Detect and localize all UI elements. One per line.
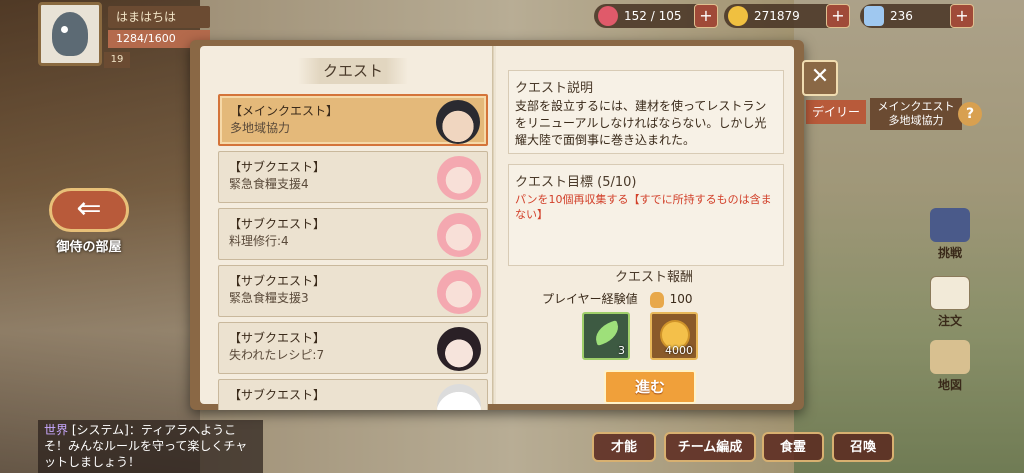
chat-channel: 世界	[44, 423, 69, 437]
xp-value: 100	[669, 292, 693, 306]
food-soul-button[interactable]: 食霊	[762, 432, 824, 462]
character-portrait-icon	[437, 156, 481, 200]
quest-list-page: クエスト 【メインクエスト】 多地域協力 【サブクエスト】 緊急食糧支援4 【サ…	[200, 46, 494, 410]
challenge-button[interactable]: 挑戦	[920, 208, 980, 261]
room-label: 御侍の部屋	[56, 240, 122, 255]
coin-counter: 271879 +	[724, 4, 850, 28]
order-label: 注文	[937, 314, 962, 328]
chat-message: [システム]：ティアラへようこそ！みんなルールを守って楽しくチャットしましょう！	[44, 423, 248, 469]
quest-book: クエスト 【メインクエスト】 多地域協力 【サブクエスト】 緊急食糧支援4 【サ…	[190, 40, 804, 410]
quest-description-panel: クエスト説明 支部を設立するには、建材を使ってレストランをリニューアルしなければ…	[508, 70, 784, 154]
talent-button[interactable]: 才能	[592, 432, 656, 462]
stamina-value: 152 / 105	[624, 9, 682, 23]
go-button[interactable]: 進む	[604, 370, 696, 404]
reward-title: クエスト報酬	[614, 270, 693, 285]
quest-name: 多地域協力	[230, 121, 291, 135]
map-icon	[930, 340, 970, 374]
clipboard-icon	[930, 276, 970, 310]
quest-item[interactable]: 【サブクエスト】 緊急食糧支援4	[218, 151, 488, 203]
reward-count: 4000	[665, 344, 693, 357]
quest-type: 【サブクエスト】	[229, 217, 326, 231]
daily-tag[interactable]: デイリー	[806, 100, 866, 124]
description-title: クエスト説明	[515, 81, 594, 96]
quest-name: 料理修行:4	[229, 234, 289, 248]
description-text: 支部を設立するには、建材を使ってレストランをリニューアルしなければならない。しか…	[515, 99, 767, 147]
player-card[interactable]: はまはちは 1284/1600 19	[38, 2, 214, 68]
main-tag-line1: メインクエスト	[877, 100, 955, 113]
quest-item-main[interactable]: 【メインクエスト】 多地域協力	[218, 94, 488, 146]
quest-item[interactable]: 【サブクエスト】 緊急食糧支援3	[218, 265, 488, 317]
team-button[interactable]: チーム編成	[664, 432, 756, 462]
quest-detail-page: クエスト説明 支部を設立するには、建材を使ってレストランをリニューアルしなければ…	[496, 46, 794, 404]
player-level: 19	[104, 52, 130, 68]
coin-icon	[728, 6, 748, 26]
goal-title: クエスト目標 (5/10)	[515, 175, 637, 190]
chat-box[interactable]: 世界 [システム]：ティアラへようこそ！みんなルールを守って楽しくチャットしまし…	[38, 420, 263, 473]
close-button[interactable]: ✕	[802, 60, 838, 96]
add-gem-button[interactable]: +	[950, 4, 974, 28]
reward-item-leaf[interactable]: 3	[582, 312, 630, 360]
gem-counter: 236 +	[860, 4, 974, 28]
quest-item[interactable]: 【サブクエスト】 料理修行:4	[218, 208, 488, 260]
add-coin-button[interactable]: +	[826, 4, 850, 28]
xp-reward: プレイヤー経験値 100	[542, 290, 693, 308]
quest-type: 【サブクエスト】	[229, 274, 326, 288]
sword-icon	[930, 208, 970, 242]
back-arrow-icon: ⇐	[49, 188, 129, 232]
quest-title: クエスト	[298, 58, 408, 84]
challenge-label: 挑戦	[937, 246, 962, 260]
reward-count: 3	[618, 344, 625, 357]
avatar[interactable]	[38, 2, 102, 66]
quest-type: 【サブクエスト】	[229, 331, 326, 345]
quest-name: 緊急食糧支援3	[229, 291, 309, 305]
add-stamina-button[interactable]: +	[694, 4, 718, 28]
fish-icon	[52, 12, 88, 56]
coin-value: 271879	[754, 9, 800, 23]
main-quest-tag[interactable]: メインクエスト 多地域協力	[870, 98, 962, 130]
character-portrait-icon	[437, 384, 481, 410]
player-name: はまはちは	[108, 6, 210, 28]
map-button[interactable]: 地図	[920, 340, 980, 393]
heart-icon	[598, 6, 618, 26]
map-label: 地図	[937, 378, 962, 392]
quest-name: 緊急食糧支援4	[229, 177, 309, 191]
character-portrait-icon	[437, 270, 481, 314]
character-portrait-icon	[437, 213, 481, 257]
order-button[interactable]: 注文	[920, 276, 980, 329]
main-tag-line2: 多地域協力	[888, 114, 944, 127]
quest-goal-panel: クエスト目標 (5/10) パンを10個再収集する【すでに所持するものは含まない…	[508, 164, 784, 266]
room-nav-button[interactable]: ⇐ 御侍の部屋	[42, 188, 136, 258]
xp-label: プレイヤー経験値	[542, 292, 638, 306]
xp-icon	[649, 291, 664, 308]
leaf-icon	[591, 320, 623, 346]
goal-text: パンを10個再収集する【すでに所持するものは含まない】	[515, 193, 772, 221]
character-portrait-icon	[437, 327, 481, 371]
quest-type: 【サブクエスト】	[229, 388, 326, 402]
quest-item[interactable]: 【サブクエスト】 失われたレシピ:7	[218, 322, 488, 374]
quest-name: 失われたレシピ:7	[229, 348, 325, 362]
stamina-counter: 152 / 105 +	[594, 4, 718, 28]
quest-item[interactable]: 【サブクエスト】	[218, 379, 488, 410]
quest-type: 【メインクエスト】	[230, 104, 339, 118]
character-portrait-icon	[436, 100, 480, 144]
gem-icon	[864, 6, 884, 26]
summon-button[interactable]: 召喚	[832, 432, 894, 462]
quest-type: 【サブクエスト】	[229, 160, 326, 174]
gem-value: 236	[890, 9, 913, 23]
quest-list[interactable]: 【メインクエスト】 多地域協力 【サブクエスト】 緊急食糧支援4 【サブクエスト…	[218, 94, 488, 410]
reward-item-coin[interactable]: 4000	[650, 312, 698, 360]
help-button[interactable]: ?	[958, 102, 982, 126]
